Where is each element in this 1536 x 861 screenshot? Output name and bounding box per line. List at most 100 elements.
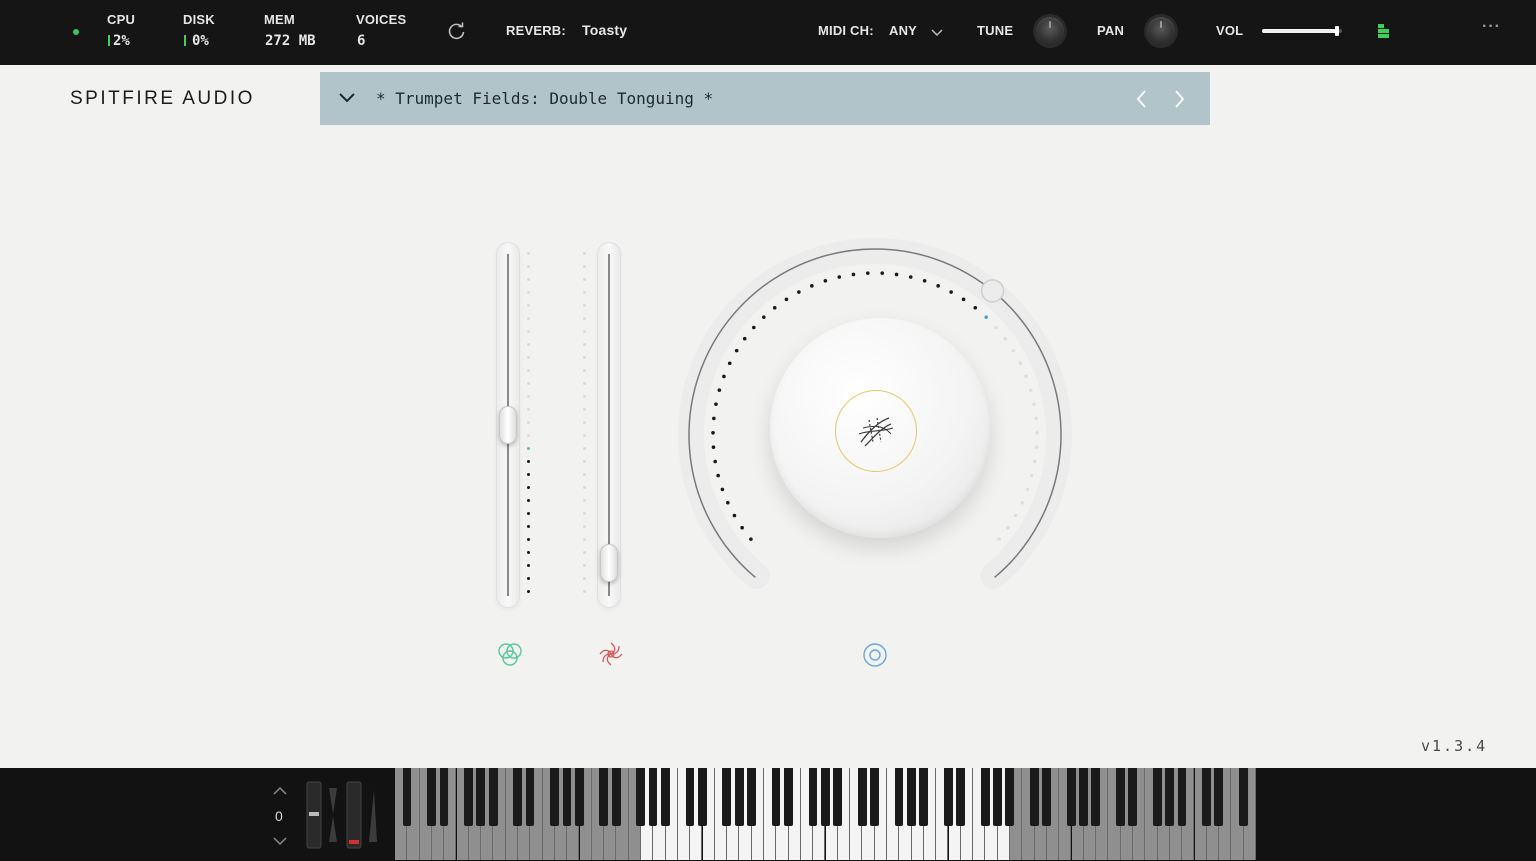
octave-up-icon[interactable] — [272, 784, 288, 802]
volume-handle[interactable] — [1335, 26, 1339, 36]
more-options-button[interactable]: ··· — [1482, 18, 1501, 36]
scale-dot — [527, 473, 530, 476]
black-key[interactable] — [513, 768, 523, 826]
expression-slider-thumb[interactable] — [499, 406, 517, 444]
black-key[interactable] — [783, 768, 793, 826]
black-key[interactable] — [1165, 768, 1175, 826]
black-key[interactable] — [1005, 768, 1015, 826]
black-key[interactable] — [562, 768, 572, 826]
next-preset-icon[interactable] — [1172, 89, 1186, 114]
scale-dot — [527, 577, 530, 580]
black-key[interactable] — [1116, 768, 1125, 826]
disk-value: 0% — [192, 33, 209, 49]
dial-scale-dot — [973, 305, 978, 310]
black-key[interactable] — [697, 768, 707, 826]
black-key[interactable] — [1079, 768, 1088, 826]
dial-scale-dot — [1030, 473, 1034, 478]
preset-menu-chevron-icon[interactable] — [338, 91, 356, 110]
preset-name[interactable]: * Trumpet Fields: Double Tonguing * — [376, 89, 713, 108]
black-key[interactable] — [747, 768, 756, 826]
pan-knob[interactable] — [1147, 17, 1175, 45]
black-key[interactable] — [906, 768, 916, 826]
vibrato-slider-thumb[interactable] — [600, 543, 618, 582]
dial-scale-dot — [810, 284, 814, 288]
black-key[interactable] — [427, 768, 437, 826]
scale-dot — [527, 317, 530, 320]
reverb-selector[interactable]: Toasty — [582, 22, 627, 38]
scale-dot — [583, 291, 586, 294]
dial-scale-dot — [1025, 487, 1030, 492]
scale-dot — [527, 252, 530, 255]
black-key[interactable] — [1177, 768, 1187, 826]
black-key[interactable] — [574, 768, 584, 826]
black-key[interactable] — [833, 768, 842, 826]
black-key[interactable] — [993, 768, 1002, 826]
black-key[interactable] — [611, 768, 621, 826]
scale-dot — [527, 499, 530, 502]
scale-dot — [527, 330, 530, 333]
scale-dot — [583, 460, 586, 463]
octave-down-icon[interactable] — [272, 834, 288, 852]
dial-scale-dot — [772, 305, 777, 310]
vol-label: VOL — [1216, 23, 1244, 38]
scale-dot — [583, 252, 586, 255]
scale-dot — [583, 486, 586, 489]
black-key[interactable] — [488, 768, 498, 826]
expression-slider[interactable] — [496, 242, 520, 608]
black-key[interactable] — [525, 768, 535, 826]
black-key[interactable] — [648, 768, 658, 826]
mod-wheel[interactable] — [345, 780, 379, 855]
black-key[interactable] — [870, 768, 879, 826]
black-key[interactable] — [1152, 768, 1162, 826]
dial-scale-dot — [949, 290, 953, 294]
black-key[interactable] — [857, 768, 867, 826]
black-key[interactable] — [1066, 768, 1076, 826]
black-key[interactable] — [636, 768, 646, 826]
black-key[interactable] — [550, 768, 560, 826]
black-key[interactable] — [1029, 768, 1039, 826]
vibrato-slider[interactable] — [597, 242, 621, 608]
chevron-down-icon[interactable] — [930, 25, 944, 43]
preset-bar[interactable]: * Trumpet Fields: Double Tonguing * — [320, 72, 1210, 125]
black-key[interactable] — [439, 768, 449, 826]
reset-icon[interactable] — [447, 21, 467, 46]
black-key[interactable] — [808, 768, 818, 826]
dial-handle[interactable] — [980, 279, 1005, 303]
black-key[interactable] — [771, 768, 781, 826]
black-key[interactable] — [464, 768, 473, 826]
black-key[interactable] — [402, 768, 412, 826]
black-key[interactable] — [1239, 768, 1248, 826]
black-key[interactable] — [919, 768, 929, 826]
dial-scale-dot — [784, 297, 789, 302]
tune-knob[interactable] — [1036, 17, 1064, 45]
black-key[interactable] — [894, 768, 904, 826]
midi-channel-selector[interactable]: ANY — [889, 23, 917, 38]
black-key[interactable] — [1202, 768, 1211, 826]
black-key[interactable] — [660, 768, 670, 826]
black-key[interactable] — [734, 768, 744, 826]
scale-dot — [583, 590, 586, 593]
cpu-label: CPU — [107, 12, 136, 27]
black-key[interactable] — [980, 768, 990, 826]
black-key[interactable] — [599, 768, 609, 826]
mem-label: MEM — [264, 12, 295, 27]
black-key[interactable] — [956, 768, 965, 826]
black-key[interactable] — [1214, 768, 1224, 826]
volume-slider[interactable] — [1262, 26, 1342, 36]
dial-scale-dot — [1020, 500, 1024, 505]
cpu-meter: 2% — [108, 33, 130, 49]
black-key[interactable] — [943, 768, 953, 826]
black-key[interactable] — [1091, 768, 1101, 826]
previous-preset-icon[interactable] — [1135, 89, 1149, 114]
black-key[interactable] — [1042, 768, 1052, 826]
black-key[interactable] — [722, 768, 732, 826]
black-key[interactable] — [1128, 768, 1138, 826]
pitch-wheel[interactable] — [305, 780, 339, 855]
scale-dot — [583, 278, 586, 281]
dial-scale-dot — [984, 315, 988, 319]
dial-scale-dot — [714, 402, 718, 406]
dial-scale-dot — [1034, 445, 1039, 449]
black-key[interactable] — [476, 768, 486, 826]
black-key[interactable] — [820, 768, 830, 826]
black-key[interactable] — [685, 768, 695, 826]
